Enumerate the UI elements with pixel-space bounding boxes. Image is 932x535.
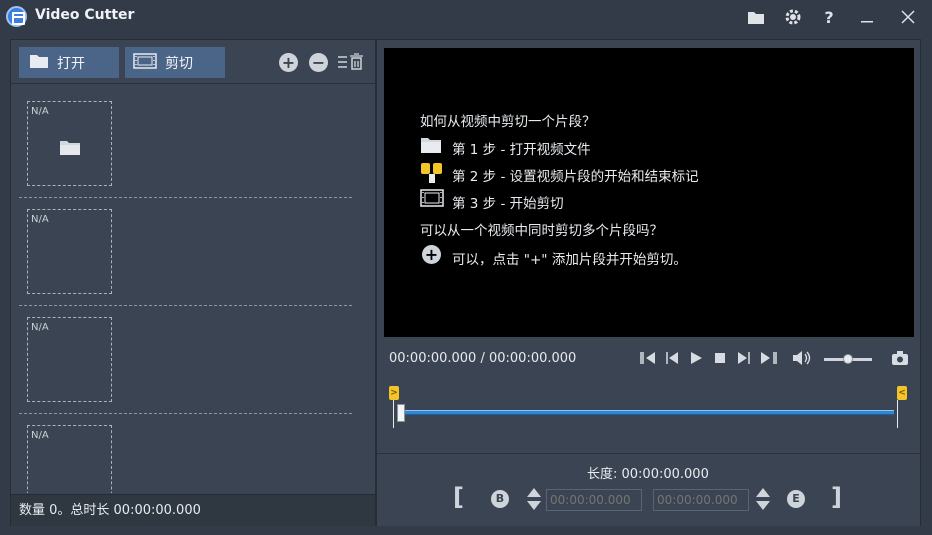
help-step-2: 第 2 步 - 设置视频片段的开始和结束标记 (452, 169, 699, 185)
add-clip-icon[interactable]: + (279, 53, 298, 72)
add-clip-icon: + (422, 245, 441, 264)
clip-slot[interactable]: N/A (27, 425, 112, 493)
set-end-bracket-button[interactable]: ] (831, 483, 842, 511)
player-panel: 如何从视频中剪切一个片段？ 第 1 步 - 打开视频文件 第 2 步 - 设置视… (376, 39, 921, 526)
help-step-3: 第 3 步 - 开始剪切 (452, 196, 564, 212)
end-time-input[interactable] (653, 489, 749, 511)
help-step-1: 第 1 步 - 打开视频文件 (452, 142, 591, 158)
go-to-end-icon[interactable] (760, 350, 778, 368)
playhead-handle[interactable] (397, 404, 405, 422)
clip-count-status: 数量 0。总时长 00:00:00.000 (11, 494, 375, 526)
go-to-start-icon[interactable] (640, 350, 658, 368)
end-marker-icon[interactable]: < (897, 386, 907, 400)
divider (19, 197, 352, 198)
help-title: 如何从视频中剪切一个片段？ (420, 114, 596, 130)
clip-slot-label: N/A (31, 106, 49, 117)
clip-slot[interactable]: N/A (27, 209, 112, 294)
open-button-label: 打开 (57, 55, 85, 72)
open-button[interactable]: 打开 (19, 47, 119, 78)
start-time-spinner-icon[interactable] (527, 488, 541, 510)
end-marker-line (897, 400, 898, 428)
play-icon[interactable] (689, 350, 703, 368)
stop-icon[interactable] (713, 350, 727, 368)
film-strip-icon (420, 189, 444, 211)
folder-icon (29, 53, 49, 73)
previous-frame-icon[interactable] (665, 350, 679, 368)
divider (19, 413, 352, 414)
help-question: 可以从一个视频中同时剪切多个片段吗？ (420, 223, 663, 239)
clip-slot-label: N/A (31, 322, 49, 333)
open-folder-icon[interactable] (745, 6, 767, 28)
divider (19, 305, 352, 306)
end-time-spinner-icon[interactable] (756, 488, 770, 510)
clip-slot[interactable]: N/A (27, 101, 112, 186)
end-button[interactable]: E (787, 490, 805, 508)
clip-length-label: 长度: 00:00:00.000 (587, 467, 709, 482)
volume-slider[interactable] (824, 353, 872, 365)
timeline-track[interactable] (400, 410, 894, 415)
help-answer: 可以，点击 "+" 添加片段并开始剪切。 (452, 252, 687, 268)
clear-list-icon[interactable] (337, 53, 365, 75)
clip-slot-label: N/A (31, 214, 49, 225)
app-logo-icon (6, 6, 27, 27)
folder-icon (420, 136, 442, 158)
help-icon[interactable]: ? (818, 6, 840, 28)
start-marker-line (393, 400, 394, 428)
window-title: Video Cutter (35, 7, 135, 23)
cut-button[interactable]: 剪切 (125, 47, 225, 78)
clip-list[interactable]: N/A N/A N/A N/A (11, 85, 375, 493)
clip-list-panel: 打开 剪切 + − N/A N/A N/A N/A 数量 0。总时长 00:00… (10, 39, 376, 526)
playback-time: 00:00:00.000 / 00:00:00.000 (389, 351, 577, 366)
set-start-bracket-button[interactable]: [ (453, 483, 464, 511)
cut-button-label: 剪切 (165, 55, 193, 72)
start-time-input[interactable] (546, 489, 642, 511)
settings-gear-icon[interactable] (782, 6, 804, 28)
clip-slot[interactable]: N/A (27, 317, 112, 402)
folder-icon (59, 139, 81, 160)
start-marker-icon[interactable]: > (389, 386, 399, 400)
close-icon[interactable] (897, 6, 919, 28)
trim-timeline[interactable]: > < (389, 386, 907, 430)
snapshot-camera-icon[interactable] (891, 350, 909, 368)
clip-slot-label: N/A (31, 430, 49, 441)
start-end-markers-icon (420, 162, 444, 188)
title-bar: Video Cutter ? (0, 0, 932, 34)
next-frame-icon[interactable] (737, 350, 751, 368)
film-strip-icon (133, 52, 157, 73)
volume-knob[interactable] (843, 354, 853, 364)
begin-button[interactable]: B (491, 490, 509, 508)
volume-icon[interactable] (792, 350, 812, 368)
clip-toolbar: 打开 剪切 + − (11, 40, 375, 84)
minimize-icon[interactable] (856, 6, 878, 28)
video-preview[interactable]: 如何从视频中剪切一个片段？ 第 1 步 - 打开视频文件 第 2 步 - 设置视… (384, 48, 914, 337)
remove-clip-icon[interactable]: − (309, 53, 328, 72)
trim-controls: 长度: 00:00:00.000 [ B E ] (377, 453, 920, 526)
